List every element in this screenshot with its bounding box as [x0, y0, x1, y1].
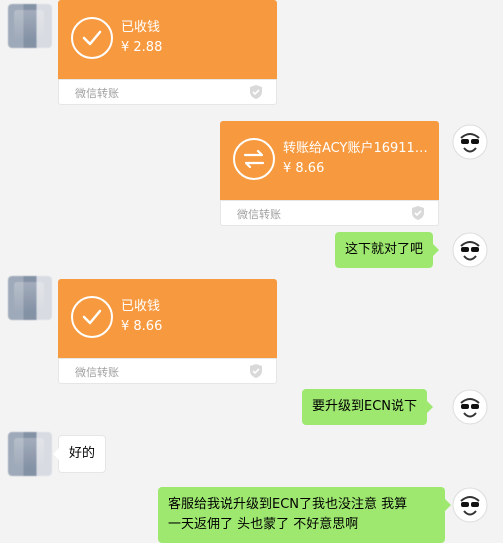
my-avatar[interactable] — [452, 487, 488, 523]
message-text-line1: 客服给我说升级到ECN了我也没注意 我算 — [168, 497, 408, 512]
contact-avatar[interactable] — [8, 4, 52, 48]
transfer-amount: ¥ 8.66 — [283, 161, 325, 176]
transfer-card-received[interactable]: 已收钱 ¥ 8.66 微信转账 — [58, 279, 277, 384]
transfer-footer-label: 微信转账 — [75, 366, 119, 379]
check-circle-icon — [71, 17, 113, 59]
transfer-arrows-icon — [233, 138, 275, 180]
transfer-title: 转账给ACY账户16911… — [283, 141, 428, 156]
transfer-amount: ¥ 2.88 — [121, 40, 163, 55]
contact-avatar[interactable] — [8, 432, 52, 476]
check-circle-icon — [71, 296, 113, 338]
received-message: 好的 — [52, 435, 107, 473]
transfer-footer-label: 微信转账 — [75, 87, 119, 100]
transfer-footer-label: 微信转账 — [237, 208, 281, 221]
sent-message: 这下就对了吧 — [335, 232, 440, 268]
my-avatar[interactable] — [452, 124, 488, 160]
transfer-status: 已收钱 — [121, 299, 161, 314]
contact-avatar[interactable] — [8, 276, 52, 320]
sent-message: 客服给我说升级到ECN了我也没注意 我算 一天返佣了 头也蒙了 不好意思啊 — [158, 487, 451, 543]
shield-icon — [248, 363, 264, 383]
shield-icon — [410, 205, 426, 225]
transfer-card-top: 已收钱 ¥ 8.66 — [58, 279, 277, 358]
shield-icon — [248, 84, 264, 104]
transfer-card-top: 已收钱 ¥ 2.88 — [58, 0, 277, 79]
message-text: 这下就对了吧 — [345, 242, 424, 257]
message-text: 好的 — [69, 446, 96, 461]
transfer-card-footer: 微信转账 — [58, 79, 277, 105]
my-avatar[interactable] — [452, 389, 488, 425]
transfer-status: 已收钱 — [121, 20, 161, 35]
my-avatar[interactable] — [452, 232, 488, 268]
message-text-line2: 一天返佣了 头也蒙了 不好意思啊 — [168, 517, 359, 532]
transfer-card-sent[interactable]: 转账给ACY账户16911… ¥ 8.66 微信转账 — [220, 121, 439, 226]
transfer-card-footer: 微信转账 — [220, 200, 439, 226]
transfer-card-footer: 微信转账 — [58, 358, 277, 384]
transfer-amount: ¥ 8.66 — [121, 319, 163, 334]
transfer-card-top: 转账给ACY账户16911… ¥ 8.66 — [220, 121, 439, 200]
message-text: 要升级到ECN说下 — [312, 399, 418, 414]
sent-message: 要升级到ECN说下 — [302, 389, 434, 425]
transfer-card-received[interactable]: 已收钱 ¥ 2.88 微信转账 — [58, 0, 277, 105]
